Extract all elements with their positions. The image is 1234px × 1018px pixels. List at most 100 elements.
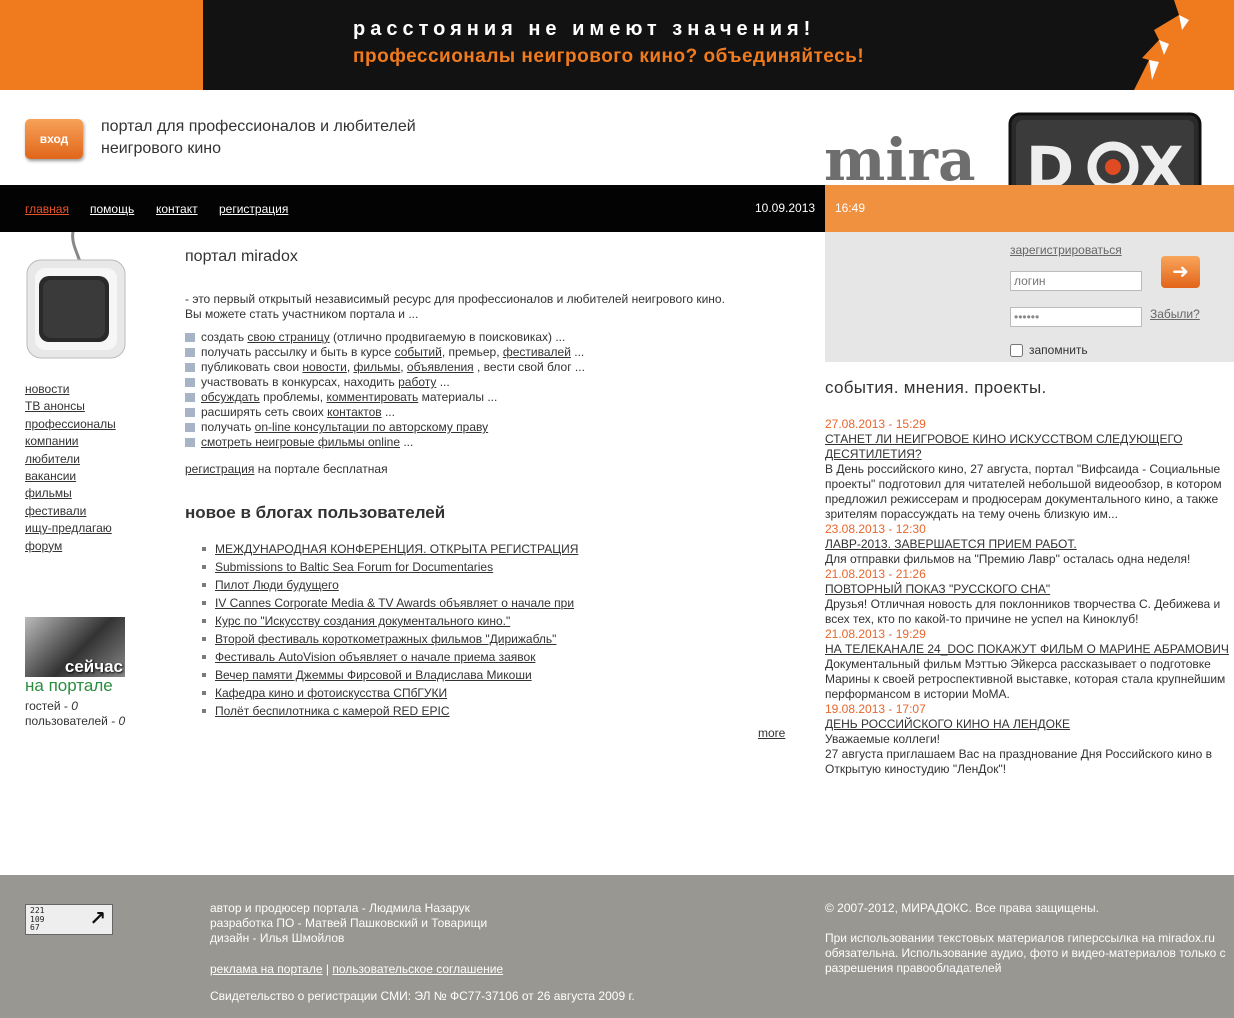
list-item: Курс по "Искусству создания документальн… [185,612,795,630]
event-date: 19.08.2013 - 17:07 [825,702,926,716]
blog-list: МЕЖДУНАРОДНАЯ КОНФЕРЕНЦИЯ. ОТКРЫТА РЕГИС… [185,540,795,720]
event-item: 27.08.2013 - 15:29 Станет ли неигровое к… [825,417,1234,522]
bullet-square-icon [185,363,195,372]
current-time: 16:49 [835,201,866,215]
nav-help[interactable]: помощь [90,202,134,216]
time-bar: 16:49 [825,185,1234,232]
main-nav: главная помощь контакт регистрация 10.09… [0,185,825,232]
banner-panel: расстояния не имеют значения! профессион… [203,0,1234,90]
event-date: 21.08.2013 - 21:26 [825,567,926,581]
ads-link[interactable]: реклама на портале [210,962,323,976]
forgot-password-link[interactable]: Забыли? [1150,307,1200,321]
top-banner: расстояния не имеют значения! профессион… [0,0,1234,90]
visit-counter[interactable]: 221 109 67 ↗ [25,904,113,935]
bullet-square-icon [185,333,195,342]
remember-check-input[interactable] [1010,344,1023,358]
list-item: IV Cannes Corporate Media & TV Awards об… [185,594,795,612]
event-body: Документальный фильм Мэттью Эйкерса расс… [825,657,1226,701]
torn-paper-icon [1134,0,1234,90]
page-title: портал miradox [185,248,298,265]
guests-count: 0 [71,699,78,713]
event-title[interactable]: Станет ли неигровое кино искусством след… [825,432,1234,462]
current-date: 10.09.2013 [755,201,816,215]
event-body: Для отправки фильмов на "Премию Лавр" ос… [825,552,1191,566]
event-date: 27.08.2013 - 15:29 [825,417,926,431]
blogs-heading: новое в блогах пользователей [185,503,446,522]
counter-digits: 221 109 67 [30,906,45,932]
feature-item: публиковать свои новости, фильмы, объявл… [185,360,795,375]
login-panel: зарегистрироваться ➜ Забыли? запомнить [825,232,1234,362]
banner-slogan: расстояния не имеют значения! [353,18,816,40]
feature-item: обсуждать проблемы, комментировать матер… [185,390,795,405]
password-field[interactable] [1010,307,1142,327]
list-item: Второй фестиваль короткометражных фильмо… [185,630,795,648]
main-content: портал miradox - это первый открытый нез… [185,248,795,720]
terms-link[interactable]: пользовательское соглашение [332,962,503,976]
mouse-device-image [26,232,126,359]
remember-checkbox[interactable]: запомнить [1010,343,1088,358]
logo-text-left: mira [824,126,976,194]
event-body: Друзья! Отличная новость для поклонников… [825,597,1221,626]
free-registration: регистрация на портале бесплатная [185,462,388,476]
side-nav-companies[interactable]: компании [25,433,116,450]
bullet-square-icon [185,408,195,417]
submit-arrow-button[interactable]: ➜ [1161,256,1200,288]
copyright: © 2007-2012, МИРАДОКС. Все права защищен… [825,901,1099,915]
event-item: 23.08.2013 - 12:30 ЛАВР-2013. Завершаетс… [825,522,1234,567]
nav-home[interactable]: главная [25,202,69,216]
bullet-square-icon [185,438,195,447]
event-body: В День российского кино, 27 августа, пор… [825,462,1222,521]
credits: автор и продюсер портала - Людмила Назар… [210,901,488,945]
side-nav-news[interactable]: новости [25,381,116,398]
event-item: 21.08.2013 - 19:29 На телеканале 24_DOC … [825,627,1234,702]
registration-link[interactable]: регистрация [185,462,254,476]
list-item: Пилот Люди будущего [185,576,795,594]
copyright-block: © 2007-2012, МИРАДОКС. Все права защищен… [825,901,1230,976]
side-nav-films[interactable]: фильмы [25,485,116,502]
list-item: Submissions to Baltic Sea Forum for Docu… [185,558,795,576]
side-nav-festivals[interactable]: фестивали [25,503,116,520]
bullet-square-icon [185,378,195,387]
list-item: Полёт беспилотника с камерой RED EPIC [185,702,795,720]
media-certificate: Свидетельство о регистрации СМИ: ЭЛ № ФС… [210,989,635,1003]
banner-call: профессионалы неигрового кино? объединяй… [353,46,865,67]
list-item: Вечер памяти Джеммы Фирсовой и Владислав… [185,666,795,684]
event-title[interactable]: На телеканале 24_DOC покажут фильм о Мар… [825,642,1234,657]
bullet-square-icon [185,348,195,357]
side-nav-tv[interactable]: ТВ анонсы [25,398,116,415]
feature-item: смотреть неигровые фильмы online ... [185,435,795,450]
arrow-up-right-icon: ↗ [89,908,106,930]
feature-item: создать свою страницу (отлично продвигае… [185,330,795,345]
nav-contact[interactable]: контакт [156,202,198,216]
events-list: 27.08.2013 - 15:29 Станет ли неигровое к… [825,417,1234,777]
list-item: Фестиваль AutoVision объявляет о начале … [185,648,795,666]
nav-register[interactable]: регистрация [219,202,288,216]
event-item: 21.08.2013 - 21:26 Повторный показ "Русс… [825,567,1234,627]
event-title[interactable]: Повторный показ "Русского сна" [825,582,1234,597]
footer: 221 109 67 ↗ автор и продюсер портала - … [0,875,1234,1018]
side-nav-pros[interactable]: профессионалы [25,416,116,433]
login-field[interactable] [1010,271,1142,291]
side-nav-classifieds[interactable]: ищу-предлагаю [25,520,116,537]
events-section: события. мнения. проекты. 27.08.2013 - 1… [825,378,1234,777]
event-item: 19.08.2013 - 17:07 День Российского кино… [825,702,1234,777]
list-item: Кафедра кино и фотоискусства СПбГУКИ [185,684,795,702]
event-date: 21.08.2013 - 19:29 [825,627,926,641]
login-button[interactable]: вход [25,119,83,159]
bullet-square-icon [185,393,195,402]
register-link[interactable]: зарегистрироваться [1010,243,1122,257]
feature-item: получать on-line консультации по авторск… [185,420,795,435]
feature-item: расширять сеть своих контактов ... [185,405,795,420]
side-nav-amateurs[interactable]: любители [25,451,116,468]
site-tagline: портал для профессионалов и любителей не… [101,118,416,157]
feature-list: создать свою страницу (отлично продвигае… [185,330,795,450]
bullet-square-icon [185,423,195,432]
side-nav-forum[interactable]: форум [25,538,116,555]
event-title[interactable]: ЛАВР-2013. Завершается прием работ. [825,537,1234,552]
event-body: Уважаемые коллеги! 27 августа приглашаем… [825,732,1212,776]
more-link[interactable]: more [758,726,785,740]
side-nav-vacancies[interactable]: вакансии [25,468,116,485]
feature-item: получать рассылку и быть в курсе событий… [185,345,795,360]
event-title[interactable]: День Российского кино на ЛенДоке [825,717,1234,732]
now-label: сейчас [64,657,123,676]
